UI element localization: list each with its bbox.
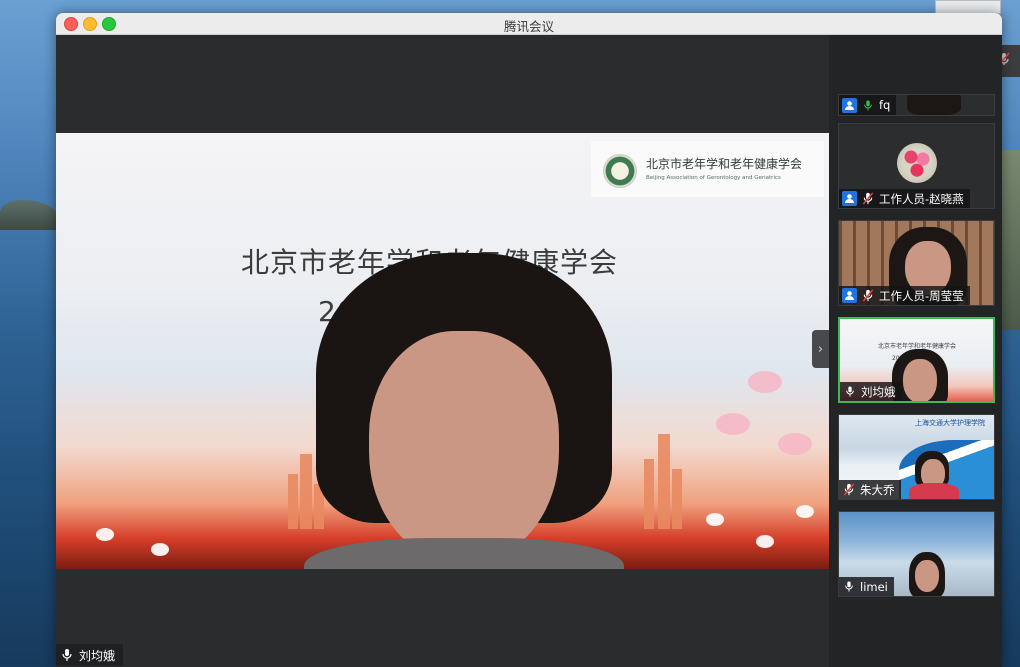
main-speaker-tag: 刘均娥	[56, 644, 124, 666]
participant-tag: 朱大乔	[839, 480, 901, 499]
slide-building	[658, 434, 670, 529]
participant-tile[interactable]: 工作人员-赵晓燕	[838, 123, 995, 209]
speaker-video	[304, 253, 624, 569]
chevron-right-icon: ›	[817, 341, 824, 357]
participant-name: 工作人员-赵晓燕	[879, 191, 964, 206]
slide-building	[300, 454, 312, 529]
mic-muted-icon	[842, 483, 856, 497]
participant-tile-active[interactable]: 北京市老年学和老年健康学会 20 刘均娥	[838, 317, 995, 403]
participant-face	[915, 560, 939, 592]
participant-tag: 工作人员-赵晓燕	[839, 189, 970, 208]
slide-blossom	[748, 371, 782, 393]
participant-tag: limei	[839, 577, 894, 596]
participant-avatar	[897, 143, 937, 183]
association-seal-icon	[603, 154, 637, 188]
slide-logo-en: Beijing Association of Gerontology and G…	[646, 175, 781, 181]
participant-tile[interactable]: 工作人员-周莹莹	[838, 220, 995, 306]
slide-flower	[96, 528, 114, 541]
main-video-area[interactable]: 北京市老年学和老年健康学会 Beijing Association of Ger…	[56, 35, 829, 667]
participant-name: fq	[879, 98, 891, 112]
participant-body	[909, 483, 959, 499]
mic-on-icon	[60, 648, 74, 662]
participant-tile[interactable]: 上海交通大学护理学院 朱大乔	[838, 414, 995, 500]
slide-flower	[756, 535, 774, 548]
participant-tag: fq	[839, 95, 897, 115]
window-title: 腾讯会议	[503, 19, 554, 34]
desktop-file-thumbnail[interactable]	[935, 0, 1001, 14]
speaker-face	[369, 331, 559, 563]
slide-blossom	[716, 413, 750, 435]
shared-slide: 北京市老年学和老年健康学会 Beijing Association of Ger…	[56, 133, 829, 569]
slide-building	[288, 474, 298, 529]
participant-tile[interactable]: fq	[838, 94, 995, 116]
participant-gallery: › fq 工作人员-赵晓燕 工作人员-周莹莹 北京市老年学和老年健康学会 20 …	[812, 35, 1002, 667]
person-icon	[842, 97, 857, 113]
participant-face	[903, 359, 937, 401]
slide-flower	[151, 543, 169, 556]
speaker-body	[304, 538, 624, 569]
slide-logo-cn: 北京市老年学和老年健康学会	[646, 157, 803, 171]
slide-logo: 北京市老年学和老年健康学会 Beijing Association of Ger…	[591, 141, 824, 197]
participant-name: limei	[860, 579, 888, 594]
person-icon	[842, 288, 857, 303]
participant-tag: 工作人员-周莹莹	[839, 286, 970, 305]
desktop-cliff	[1000, 150, 1020, 330]
participant-video	[907, 95, 961, 115]
person-icon	[842, 191, 857, 206]
participant-name: 朱大乔	[860, 482, 895, 497]
slide-flower	[796, 505, 814, 518]
participant-name: 刘均娥	[861, 384, 896, 399]
main-speaker-name: 刘均娥	[79, 648, 116, 663]
meeting-window: 腾讯会议 北京市老年学和老年健康学会 Beijing Association o…	[56, 13, 1002, 667]
slide-flower	[706, 513, 724, 526]
participant-tile[interactable]: limei	[838, 511, 995, 597]
mic-on-icon	[843, 385, 857, 399]
slide-building	[672, 469, 682, 529]
mic-on-icon	[842, 580, 856, 594]
collapse-gallery-button[interactable]: ›	[812, 330, 829, 368]
mic-muted-icon	[861, 289, 875, 303]
slide-blossom	[778, 433, 812, 455]
title-bar: 腾讯会议	[56, 13, 1002, 35]
slide-building	[644, 459, 654, 529]
mic-muted-icon	[861, 192, 875, 206]
participant-tag: 刘均娥	[840, 382, 902, 401]
mic-on-icon	[861, 98, 875, 112]
participant-background-title: 上海交通大学护理学院	[915, 419, 985, 427]
participant-name: 工作人员-周莹莹	[879, 288, 964, 303]
